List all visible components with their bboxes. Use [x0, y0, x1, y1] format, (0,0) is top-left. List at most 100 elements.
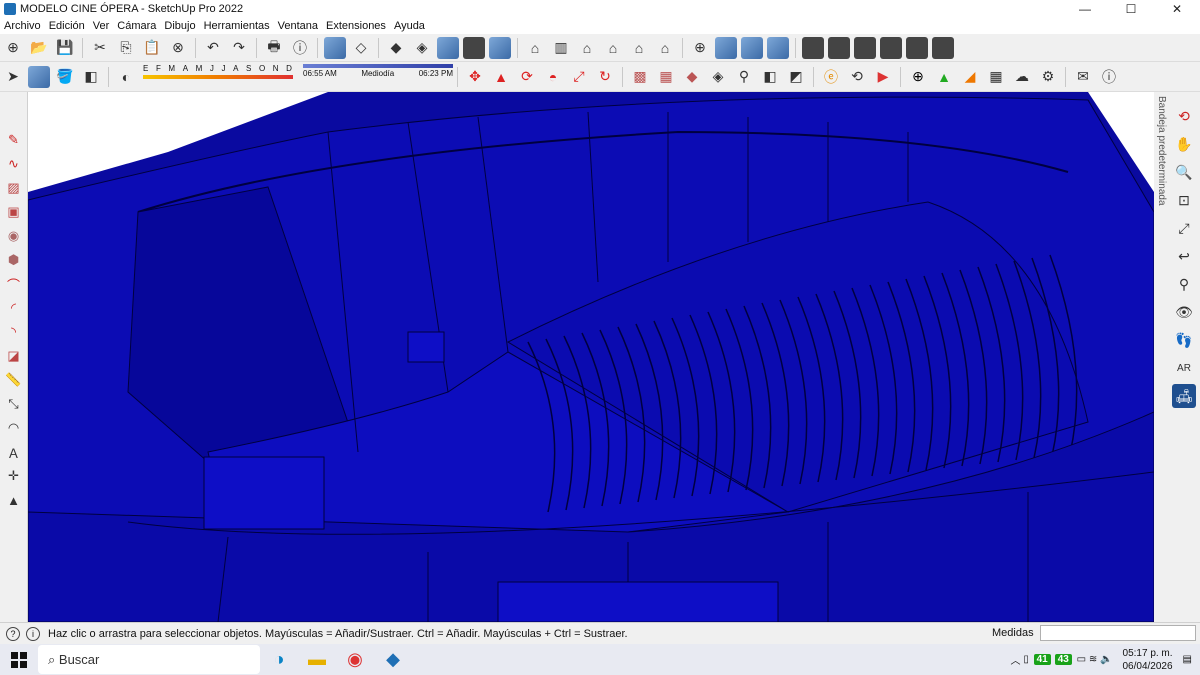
- minimize-button[interactable]: —: [1062, 0, 1108, 18]
- sandbox-smoove-icon[interactable]: ◆: [681, 66, 703, 88]
- solid-split-icon[interactable]: [932, 36, 954, 59]
- back-view-icon[interactable]: ⌂: [628, 37, 650, 59]
- dimension-icon[interactable]: ⤡: [4, 394, 24, 414]
- checker-icon[interactable]: ▦: [985, 66, 1007, 88]
- section-plane-icon[interactable]: ⊕: [689, 37, 711, 59]
- scale-icon[interactable]: ⤢: [568, 66, 590, 88]
- sandbox-scratch-icon[interactable]: ▦: [655, 66, 677, 88]
- tape-measure-icon[interactable]: 📏: [4, 370, 24, 390]
- arc-icon[interactable]: ⌒: [4, 274, 24, 294]
- select-arrow-icon[interactable]: ➤: [2, 66, 24, 88]
- print-icon[interactable]: 🖶: [263, 37, 285, 59]
- sandbox-detail-icon[interactable]: ◧: [759, 66, 781, 88]
- info-status-icon[interactable]: i: [26, 626, 40, 641]
- group-icon[interactable]: [828, 36, 850, 59]
- model-viewport[interactable]: [28, 92, 1154, 622]
- section-fill-icon[interactable]: [741, 36, 763, 59]
- follow-me-icon[interactable]: ◓: [542, 66, 564, 88]
- zoom-icon[interactable]: 🔍: [1172, 160, 1196, 184]
- info-icon[interactable]: ⓘ: [1098, 66, 1120, 88]
- save-icon[interactable]: 💾: [54, 37, 76, 59]
- sandbox-contours-icon[interactable]: ▩: [629, 66, 651, 88]
- file-explorer-icon[interactable]: ▬: [298, 644, 336, 675]
- text-icon[interactable]: Ａ: [4, 442, 24, 462]
- battery-icon[interactable]: ▭: [1074, 654, 1089, 665]
- pencil-line-icon[interactable]: ✎: [4, 130, 24, 150]
- trimble-connect-icon[interactable]: ▲: [933, 66, 955, 88]
- position-camera-icon[interactable]: ⚲: [1172, 272, 1196, 296]
- iso-view-icon[interactable]: ⌂: [524, 37, 546, 59]
- menu-ayuda[interactable]: Ayuda: [390, 20, 429, 32]
- zoom-extents-icon[interactable]: ⤢: [1172, 216, 1196, 240]
- eraser-icon[interactable]: ◧: [80, 66, 102, 88]
- maximize-button[interactable]: ☐: [1108, 0, 1154, 18]
- volume-icon[interactable]: 🔈: [1100, 654, 1112, 665]
- menu-herramientas[interactable]: Herramientas: [200, 20, 274, 32]
- section-cut-icon[interactable]: [715, 36, 737, 59]
- close-button[interactable]: ✕: [1154, 0, 1200, 18]
- tray-label[interactable]: Bandeja predeterminada: [1156, 96, 1167, 206]
- geo-status-icon[interactable]: ?: [6, 626, 20, 641]
- orbit-icon[interactable]: ⟲: [1172, 104, 1196, 128]
- freehand-icon[interactable]: ∿: [4, 154, 24, 174]
- menu-extensiones[interactable]: Extensiones: [322, 20, 390, 32]
- front-view-icon[interactable]: ⌂: [576, 37, 598, 59]
- menu-dibujo[interactable]: Dibujo: [160, 20, 199, 32]
- sofa-icon[interactable]: 🛋: [1172, 384, 1196, 408]
- cut-icon[interactable]: ✂: [89, 37, 111, 59]
- chrome-icon[interactable]: ◉: [336, 644, 374, 675]
- menu-camara[interactable]: Cámara: [113, 20, 160, 32]
- top-view-icon[interactable]: ▥: [550, 37, 572, 59]
- look-around-icon[interactable]: 👁: [1172, 300, 1196, 324]
- rotated-rectangle-icon[interactable]: ▣: [4, 202, 24, 222]
- clipboard-icon[interactable]: ▯: [1023, 654, 1031, 665]
- previous-view-icon[interactable]: ↩: [1172, 244, 1196, 268]
- rotate-icon[interactable]: ⟳: [516, 66, 538, 88]
- sandbox-drape-icon[interactable]: ⚲: [733, 66, 755, 88]
- component-make-icon[interactable]: [28, 65, 50, 88]
- right-view-icon[interactable]: ⌂: [602, 37, 624, 59]
- model-info-icon[interactable]: ⓘ: [289, 37, 311, 59]
- hidden-line-icon[interactable]: ◆: [385, 37, 407, 59]
- measures-input[interactable]: [1039, 625, 1196, 641]
- menu-archivo[interactable]: Archivo: [0, 20, 45, 32]
- pan-hand-icon[interactable]: ✋: [1172, 132, 1196, 156]
- solid-trim-icon[interactable]: [906, 36, 928, 59]
- extension-warehouse-icon[interactable]: ⓔ: [820, 66, 842, 88]
- solid-union-icon[interactable]: [854, 36, 876, 59]
- erase-icon[interactable]: ⊗: [167, 37, 189, 59]
- copy-icon[interactable]: ⎘: [115, 37, 137, 59]
- chevron-up-icon[interactable]: ︿: [1011, 652, 1024, 667]
- wifi-icon[interactable]: ≋: [1089, 654, 1100, 665]
- monochrome-icon[interactable]: [463, 36, 485, 59]
- offset-icon[interactable]: ↻: [594, 66, 616, 88]
- sketchup-taskbar-icon[interactable]: ◆: [374, 644, 412, 675]
- xray-style-icon[interactable]: [324, 36, 346, 59]
- axes-icon[interactable]: ✛: [4, 466, 24, 486]
- wireframe-style-icon[interactable]: ◇: [350, 37, 372, 59]
- two-point-arc-icon[interactable]: ◜: [4, 298, 24, 318]
- notification-icon[interactable]: ▤: [1183, 654, 1192, 665]
- left-view-icon[interactable]: ⌂: [654, 37, 676, 59]
- push-pull-icon[interactable]: ▲: [490, 66, 512, 88]
- circle-icon[interactable]: ◉: [4, 226, 24, 246]
- shadow-date-slider[interactable]: E F M A M J J A S O N D: [143, 64, 293, 90]
- polygon-icon[interactable]: ⬢: [4, 250, 24, 270]
- paint-bucket-icon[interactable]: 🪣: [54, 66, 76, 88]
- send-to-layout-icon[interactable]: ▶: [872, 66, 894, 88]
- taskbar-search[interactable]: ⌕ Buscar: [38, 645, 260, 674]
- move-icon[interactable]: ✥: [464, 66, 486, 88]
- clock[interactable]: 05:17 p. m. 06/04/2026: [1122, 647, 1172, 673]
- undo-icon[interactable]: ↶: [202, 37, 224, 59]
- sync-icon[interactable]: ⟲: [846, 66, 868, 88]
- menu-ver[interactable]: Ver: [89, 20, 114, 32]
- shaded-texture-icon[interactable]: [437, 36, 459, 59]
- tray-badge-2[interactable]: 43: [1054, 654, 1072, 665]
- ar-text-icon[interactable]: AR: [1172, 356, 1196, 380]
- sandbox-stamp-icon[interactable]: ◈: [707, 66, 729, 88]
- solid-subtract-icon[interactable]: [880, 36, 902, 59]
- edge-icon[interactable]: ◑: [260, 644, 298, 675]
- shaded-icon[interactable]: ◈: [411, 37, 433, 59]
- redo-icon[interactable]: ↷: [228, 37, 250, 59]
- add-location-icon[interactable]: ⊕: [907, 66, 929, 88]
